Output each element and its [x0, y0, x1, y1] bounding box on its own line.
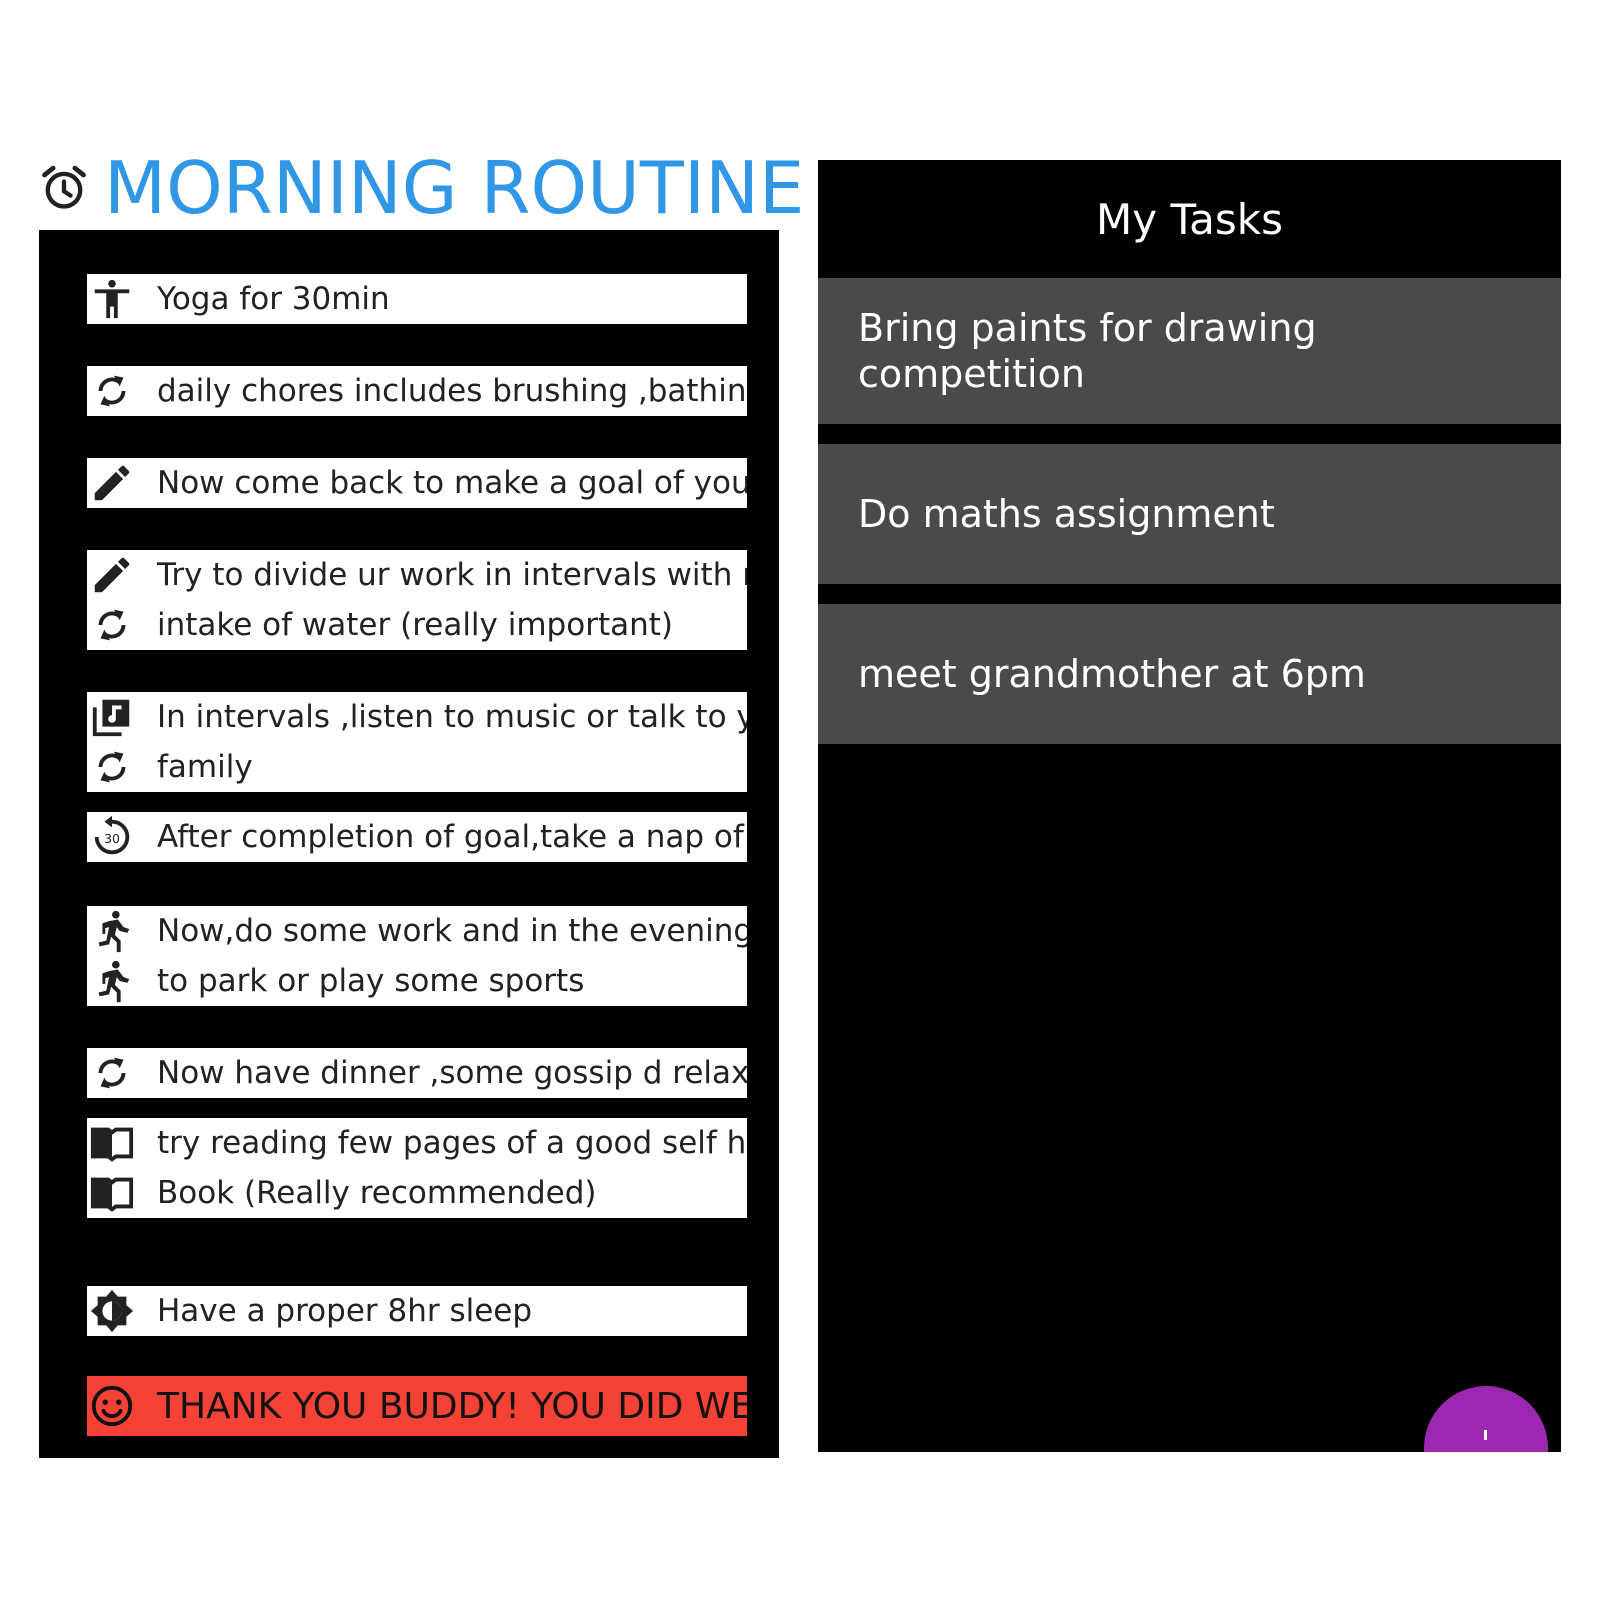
- smiley-icon: [91, 1385, 133, 1427]
- thank-you-text: THANK YOU BUDDY! YOU DID WEL: [157, 1385, 747, 1427]
- routine-item[interactable]: Yoga for 30min: [87, 274, 747, 324]
- svg-text:30: 30: [104, 831, 120, 846]
- standing-person-icon: [94, 279, 130, 319]
- book-icon: [90, 1177, 134, 1212]
- routine-item-text: try reading few pages of a good self hel…: [157, 1125, 747, 1161]
- routine-item-text: family: [157, 749, 253, 785]
- routine-item-text: Now come back to make a goal of your da: [157, 465, 747, 501]
- refresh-icon: [98, 609, 126, 641]
- routine-item[interactable]: Now come back to make a goal of your da: [87, 458, 747, 508]
- tasks-header: My Tasks: [818, 160, 1561, 278]
- running-person-icon: [98, 960, 130, 1003]
- task-text: Do maths assignment: [858, 492, 1275, 536]
- routine-item-text: Now have dinner ,some gossip d relax: [157, 1055, 747, 1091]
- alarm-clock-icon: [42, 165, 86, 209]
- replay-30-icon: 30: [94, 815, 130, 855]
- thank-you-banner[interactable]: THANK YOU BUDDY! YOU DID WEL: [87, 1376, 747, 1436]
- routine-item[interactable]: In intervals ,listen to music or talk to…: [87, 692, 747, 792]
- brightness-icon: [90, 1289, 134, 1333]
- routine-item-text: In intervals ,listen to music or talk to…: [157, 699, 747, 735]
- book-icon: [90, 1127, 134, 1162]
- routine-item[interactable]: Now have dinner ,some gossip d relax: [87, 1048, 747, 1098]
- routine-item-text: Yoga for 30min: [157, 281, 390, 317]
- routine-item[interactable]: daily chores includes brushing ,bathing: [87, 366, 747, 416]
- tasks-panel: My Tasks Bring paints for drawing compet…: [818, 160, 1561, 1452]
- routine-item-text: Now,do some work and in the evening go: [157, 913, 747, 949]
- task-item[interactable]: Bring paints for drawing competition: [818, 278, 1561, 424]
- task-item[interactable]: Do maths assignment: [818, 444, 1561, 584]
- refresh-icon: [98, 751, 126, 783]
- routine-panel: Yoga for 30min daily chores includes bru…: [39, 230, 779, 1458]
- refresh-icon: [98, 375, 126, 407]
- routine-item[interactable]: Try to divide ur work in intervals with …: [87, 550, 747, 650]
- routine-item-text: daily chores includes brushing ,bathing: [157, 373, 747, 409]
- routine-item[interactable]: Have a proper 8hr sleep: [87, 1286, 747, 1336]
- pencil-icon: [94, 465, 130, 501]
- routine-item-text: intake of water (really important): [157, 607, 673, 643]
- routine-item[interactable]: try reading few pages of a good self hel…: [87, 1118, 747, 1218]
- routine-title-row: MORNING ROUTINE: [38, 148, 804, 228]
- task-text: Bring paints for drawing competition: [858, 306, 1317, 396]
- routine-item[interactable]: Now,do some work and in the evening go t…: [87, 906, 747, 1006]
- routine-item-text: Have a proper 8hr sleep: [157, 1293, 533, 1329]
- add-task-button[interactable]: [1424, 1386, 1548, 1452]
- page-title: MORNING ROUTINE: [104, 146, 805, 230]
- task-text: meet grandmother at 6pm: [858, 652, 1366, 696]
- routine-item-text: Book (Really recommended): [157, 1175, 597, 1211]
- pencil-icon: [94, 557, 130, 593]
- task-item[interactable]: meet grandmother at 6pm: [818, 604, 1561, 744]
- music-library-icon: [92, 699, 130, 737]
- add-icon: [1484, 1430, 1487, 1440]
- refresh-icon: [98, 1057, 126, 1089]
- running-person-icon: [98, 910, 130, 953]
- routine-item-text: After completion of goal,take a nap of 3…: [157, 819, 747, 855]
- routine-item[interactable]: 30 After completion of goal,take a nap o…: [87, 812, 747, 862]
- routine-item-text: Try to divide ur work in intervals with …: [157, 557, 747, 593]
- routine-item-text: to park or play some sports: [157, 963, 585, 999]
- tasks-title: My Tasks: [1096, 194, 1283, 244]
